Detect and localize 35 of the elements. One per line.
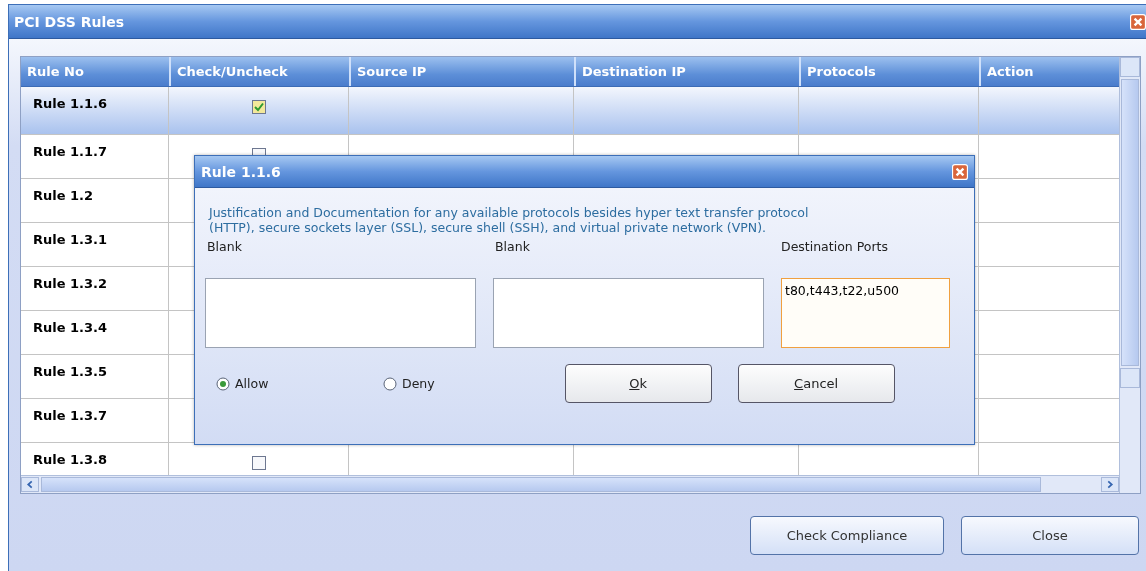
close-icon[interactable] — [952, 163, 968, 180]
vertical-scrollbar[interactable] — [1119, 57, 1140, 493]
description-text: Justification and Documentation for any available protocols besides hyper text transfer protocol (HTTP), secure sockets layer (SSL), secure shell (SSH), and virtual private network (VPN). — [209, 205, 810, 235]
scroll-right-icon[interactable] — [1101, 477, 1119, 492]
text-field[interactable]: t80,t443,t22,u500 — [781, 278, 950, 348]
rule-name: Rule 1.1.7 — [33, 144, 108, 159]
option-label[interactable]: Allow — [235, 376, 269, 391]
horizontal-scrollbar[interactable] — [21, 475, 1119, 493]
rule-name: Rule 1.3.2 — [33, 276, 108, 291]
text-field[interactable] — [205, 278, 476, 348]
rule-name: Rule 1.3.4 — [33, 320, 108, 335]
table-row[interactable]: Rule 1.1.6 — [21, 87, 1119, 135]
close-icon[interactable] — [1130, 13, 1146, 30]
checkbox[interactable] — [251, 100, 266, 114]
rule-name: Rule 1.3.5 — [33, 364, 108, 379]
rule-name: Rule 1.1.6 — [33, 96, 108, 111]
rule-name: Rule 1.3.7 — [33, 408, 108, 423]
field-label: Blank — [494, 239, 531, 256]
dialog-title: Rule 1.1.6 — [200, 163, 281, 180]
footer-button[interactable]: Close — [961, 516, 1139, 555]
checkbox[interactable] — [251, 456, 266, 470]
radio-button[interactable] — [216, 376, 230, 391]
dialog-button[interactable]: Cancel — [737, 364, 895, 403]
text-field[interactable] — [493, 278, 764, 348]
option-label[interactable]: Deny — [402, 376, 435, 391]
rule-name: Rule 1.3.8 — [33, 452, 108, 467]
dialog-button[interactable]: Ok — [564, 364, 712, 403]
rule-name: Rule 1.3.1 — [33, 232, 108, 247]
scroll-left-icon[interactable] — [21, 477, 39, 492]
footer-button[interactable]: Check Compliance — [750, 516, 944, 555]
field-label: Blank — [206, 239, 243, 256]
field-label: Destination Ports — [781, 239, 889, 256]
rule-name: Rule 1.2 — [33, 188, 94, 203]
radio-button[interactable] — [383, 376, 397, 391]
window-title: PCI DSS Rules — [13, 13, 125, 30]
